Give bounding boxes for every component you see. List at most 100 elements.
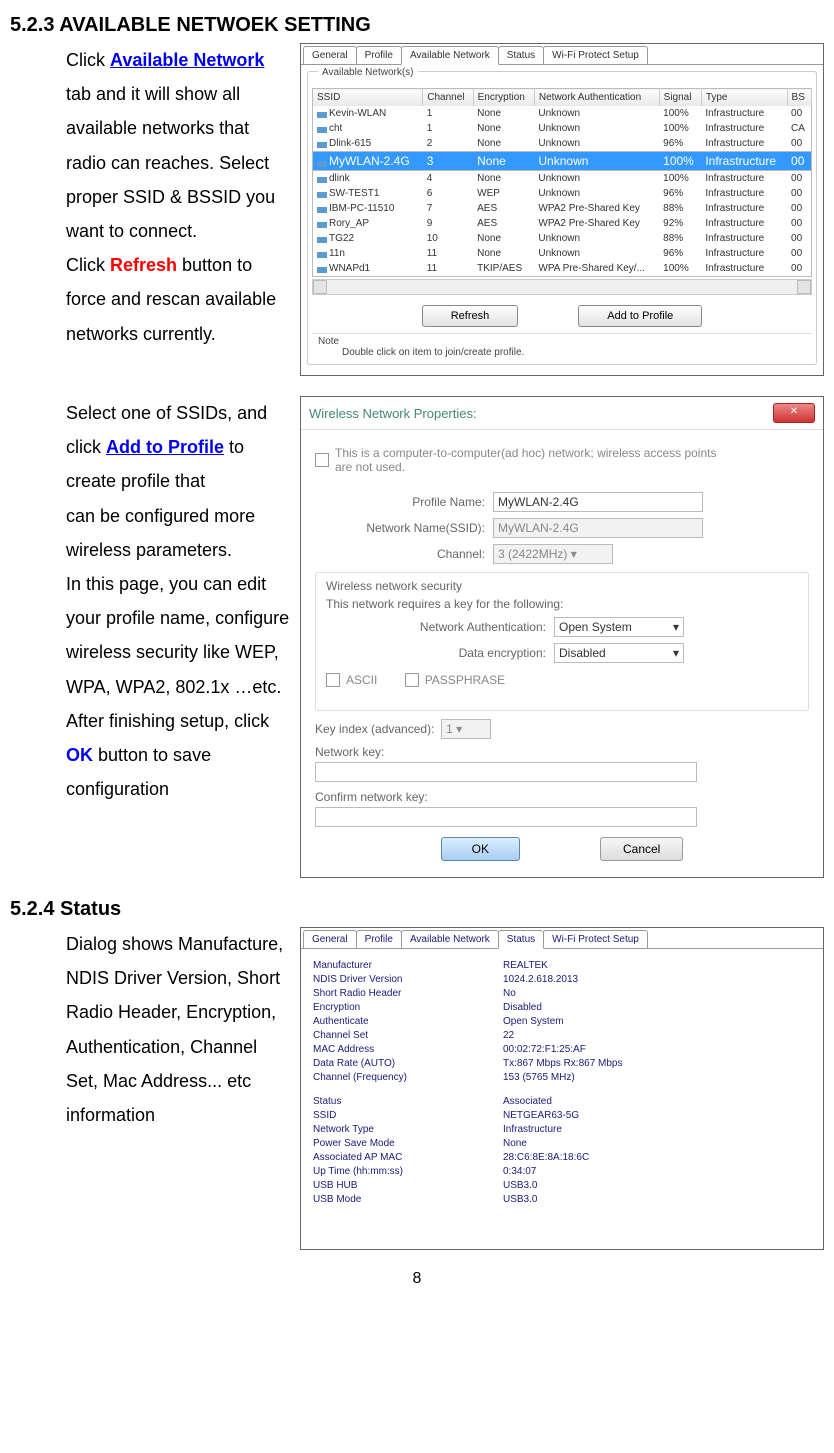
keyidx-label: Key index (advanced): [315, 722, 434, 736]
passphrase-checkbox[interactable] [405, 673, 419, 687]
status-value: Tx:867 Mbps Rx:867 Mbps [503, 1057, 623, 1071]
status-row: Short Radio HeaderNo [313, 987, 811, 1001]
auth-select[interactable]: Open System▾ [554, 617, 684, 637]
table-row[interactable]: WNAPd111TKIP/AESWPA Pre-Shared Key/...10… [313, 261, 812, 277]
signal-icon [317, 123, 327, 133]
netkey-field[interactable] [315, 762, 697, 782]
status-key: Data Rate (AUTO) [313, 1057, 503, 1071]
status-row: Channel (Frequency)153 (5765 MHz) [313, 1071, 811, 1085]
status-value: 28:C6:8E:8A:18:6C [503, 1151, 589, 1165]
tab-status[interactable]: Status [498, 930, 544, 949]
status-key: MAC Address [313, 1043, 503, 1057]
h-scrollbar[interactable] [312, 279, 812, 295]
enc-select[interactable]: Disabled▾ [554, 643, 684, 663]
tab-available-network[interactable]: Available Network [401, 930, 499, 948]
screenshot-available-network: GeneralProfileAvailable NetworkStatusWi-… [300, 43, 824, 376]
status-value: 00:02:72:F1:25:AF [503, 1043, 586, 1057]
page-number: 8 [10, 1270, 824, 1288]
tab-wi-fi-protect-setup[interactable]: Wi-Fi Protect Setup [543, 930, 648, 948]
col-ssid[interactable]: SSID [313, 89, 423, 107]
tab-wi-fi-protect-setup[interactable]: Wi-Fi Protect Setup [543, 46, 648, 64]
tab-profile[interactable]: Profile [356, 46, 402, 64]
screenshot-wireless-properties: Wireless Network Properties: ✕ This is a… [300, 396, 824, 878]
refresh-word: Refresh [110, 255, 177, 275]
status-value: 0:34:07 [503, 1165, 536, 1179]
confirm-label: Confirm network key: [315, 790, 809, 804]
col-network-authentication[interactable]: Network Authentication [534, 89, 659, 107]
status-key: Status [313, 1095, 503, 1109]
status-row: MAC Address00:02:72:F1:25:AF [313, 1043, 811, 1057]
status-value: USB3.0 [503, 1193, 537, 1207]
status-key: Power Save Mode [313, 1137, 503, 1151]
status-row: Power Save ModeNone [313, 1137, 811, 1151]
status-key: USB Mode [313, 1193, 503, 1207]
tab-profile[interactable]: Profile [356, 930, 402, 948]
ascii-checkbox[interactable] [326, 673, 340, 687]
status-value: Infrastructure [503, 1123, 562, 1137]
table-row[interactable]: SW-TEST16WEPUnknown96%Infrastructure00 [313, 186, 812, 201]
note-text: Double click on item to join/create prof… [318, 347, 806, 358]
note-label: Note [318, 336, 806, 347]
chevron-down-icon: ▾ [673, 646, 679, 660]
status-key: Associated AP MAC [313, 1151, 503, 1165]
status-key: Network Type [313, 1123, 503, 1137]
ascii-label: ASCII [346, 673, 377, 687]
status-row: SSIDNETGEAR63-5G [313, 1109, 811, 1123]
signal-icon [317, 248, 327, 258]
chevron-down-icon: ▾ [673, 620, 679, 634]
tab-available-network[interactable]: Available Network [401, 46, 499, 65]
table-row[interactable]: Kevin-WLAN1NoneUnknown100%Infrastructure… [313, 106, 812, 121]
ok-button[interactable]: OK [441, 837, 520, 861]
close-icon[interactable]: ✕ [773, 403, 815, 423]
status-row: StatusAssociated [313, 1095, 811, 1109]
col-bs[interactable]: BS [787, 89, 811, 107]
signal-icon [317, 188, 327, 198]
ssid-field [493, 518, 703, 538]
table-row[interactable]: Rory_AP9AESWPA2 Pre-Shared Key92%Infrast… [313, 216, 812, 231]
col-channel[interactable]: Channel [423, 89, 473, 107]
col-type[interactable]: Type [701, 89, 787, 107]
para-available-network: Click Available Network tab and it will … [10, 43, 290, 351]
status-key: NDIS Driver Version [313, 973, 503, 987]
status-row: AuthenticateOpen System [313, 1015, 811, 1029]
status-row: ManufacturerREALTEK [313, 959, 811, 973]
netkey-label: Network key: [315, 745, 809, 759]
network-table[interactable]: SSIDChannelEncryptionNetwork Authenticat… [312, 88, 812, 277]
status-key: SSID [313, 1109, 503, 1123]
channel-select: 3 (2422MHz) ▾ [493, 544, 613, 564]
add-to-profile-button[interactable]: Add to Profile [578, 305, 702, 327]
col-encryption[interactable]: Encryption [473, 89, 534, 107]
tab-general[interactable]: General [303, 46, 357, 64]
refresh-button[interactable]: Refresh [422, 305, 519, 327]
status-key: USB HUB [313, 1179, 503, 1193]
tab-status[interactable]: Status [498, 46, 544, 64]
screenshot-status: GeneralProfileAvailable NetworkStatusWi-… [300, 927, 824, 1250]
table-row[interactable]: Dlink-6152NoneUnknown96%Infrastructure00 [313, 136, 812, 152]
status-value: No [503, 987, 516, 1001]
status-value: 153 (5765 MHz) [503, 1071, 575, 1085]
col-signal[interactable]: Signal [659, 89, 701, 107]
table-row[interactable]: MyWLAN-2.4G3NoneUnknown100%Infrastructur… [313, 152, 812, 171]
table-row[interactable]: dlink4NoneUnknown100%Infrastructure00 [313, 171, 812, 187]
cancel-button[interactable]: Cancel [600, 837, 683, 861]
status-row: Network TypeInfrastructure [313, 1123, 811, 1137]
add-to-profile-link[interactable]: Add to Profile [106, 437, 224, 457]
adhoc-checkbox[interactable] [315, 453, 329, 467]
tab-general[interactable]: General [303, 930, 357, 948]
table-row[interactable]: IBM-PC-115107AESWPA2 Pre-Shared Key88%In… [313, 201, 812, 216]
keyidx-select: 1 ▾ [441, 719, 491, 739]
table-row[interactable]: 11n11NoneUnknown96%Infrastructure00 [313, 246, 812, 261]
confirm-field[interactable] [315, 807, 697, 827]
status-value: Open System [503, 1015, 564, 1029]
signal-icon [317, 263, 327, 273]
block-b: Select one of SSIDs, and click Add to Pr… [10, 396, 824, 878]
dialog-titlebar: Wireless Network Properties: ✕ [301, 397, 823, 430]
status-key: Manufacturer [313, 959, 503, 973]
signal-icon [317, 173, 327, 183]
table-row[interactable]: TG2210NoneUnknown88%Infrastructure00 [313, 231, 812, 246]
status-value: USB3.0 [503, 1179, 537, 1193]
p2-t3: can be configured more wireless paramete… [66, 506, 255, 560]
available-network-link[interactable]: Available Network [110, 50, 264, 70]
table-row[interactable]: cht1NoneUnknown100%InfrastructureCA [313, 121, 812, 136]
profile-name-field[interactable] [493, 492, 703, 512]
